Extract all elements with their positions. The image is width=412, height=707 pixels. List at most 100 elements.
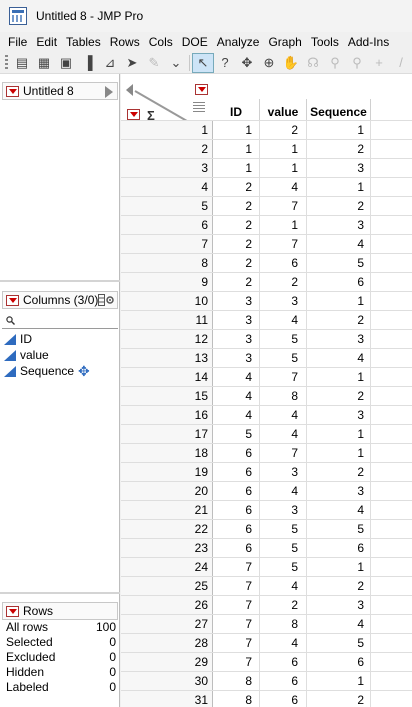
cell-id[interactable]: 4 xyxy=(213,406,260,424)
cell-sequence[interactable]: 4 xyxy=(307,501,371,519)
menu-tools[interactable]: Tools xyxy=(306,35,343,49)
rows-stat-labeled[interactable]: Labeled 0 xyxy=(6,680,116,695)
cell-sequence[interactable]: 3 xyxy=(307,216,371,234)
table-row[interactable]: 22 6 5 5 xyxy=(121,519,412,538)
cell-sequence[interactable]: 2 xyxy=(307,311,371,329)
cell-sequence[interactable]: 1 xyxy=(307,368,371,386)
table-row[interactable]: 25 7 4 2 xyxy=(121,576,412,595)
cell-id[interactable]: 6 xyxy=(213,463,260,481)
cell-id[interactable]: 7 xyxy=(213,596,260,614)
cell-sequence[interactable]: 2 xyxy=(307,197,371,215)
table-row[interactable]: 16 4 4 3 xyxy=(121,405,412,424)
cell-id[interactable]: 3 xyxy=(213,349,260,367)
cell-value[interactable]: 5 xyxy=(260,349,307,367)
row-number[interactable]: 23 xyxy=(121,539,213,557)
cell-value[interactable]: 7 xyxy=(260,368,307,386)
rows-red-triangle-icon[interactable] xyxy=(6,605,19,617)
cell-sequence[interactable]: 2 xyxy=(307,577,371,595)
table-row[interactable]: 19 6 3 2 xyxy=(121,462,412,481)
row-number[interactable]: 19 xyxy=(121,463,213,481)
cell-value[interactable]: 3 xyxy=(260,463,307,481)
cell-value[interactable]: 3 xyxy=(260,501,307,519)
toolbar-grip[interactable] xyxy=(5,54,8,71)
cell-value[interactable]: 2 xyxy=(260,596,307,614)
cell-id[interactable]: 7 xyxy=(213,615,260,633)
cell-value[interactable]: 4 xyxy=(260,634,307,652)
table-row[interactable]: 20 6 4 3 xyxy=(121,481,412,500)
cell-value[interactable]: 7 xyxy=(260,197,307,215)
cell-sequence[interactable]: 1 xyxy=(307,178,371,196)
cell-sequence[interactable]: 1 xyxy=(307,425,371,443)
crosshair-icon[interactable]: ⊕ xyxy=(258,53,280,73)
cell-value[interactable]: 4 xyxy=(260,577,307,595)
open-table-icon[interactable]: ▤ xyxy=(11,53,33,73)
cell-value[interactable]: 7 xyxy=(260,444,307,462)
cell-value[interactable]: 8 xyxy=(260,387,307,405)
row-number[interactable]: 17 xyxy=(121,425,213,443)
cell-value[interactable]: 4 xyxy=(260,311,307,329)
row-number[interactable]: 18 xyxy=(121,444,213,462)
cell-value[interactable]: 1 xyxy=(260,140,307,158)
cell-id[interactable]: 4 xyxy=(213,368,260,386)
row-number[interactable]: 6 xyxy=(121,216,213,234)
cell-sequence[interactable]: 6 xyxy=(307,653,371,671)
cell-value[interactable]: 5 xyxy=(260,330,307,348)
cell-id[interactable]: 2 xyxy=(213,273,260,291)
row-number[interactable]: 2 xyxy=(121,140,213,158)
table-row[interactable]: 15 4 8 2 xyxy=(121,386,412,405)
cell-id[interactable]: 8 xyxy=(213,672,260,690)
panel-divider[interactable] xyxy=(0,280,120,282)
data-grid-icon[interactable]: ▦ xyxy=(33,53,55,73)
arrow-select-icon[interactable]: ↖ xyxy=(192,52,214,73)
column-red-triangle-icon[interactable] xyxy=(195,84,208,95)
row-number[interactable]: 12 xyxy=(121,330,213,348)
expand-right-icon[interactable] xyxy=(105,86,113,98)
cell-value[interactable]: 8 xyxy=(260,615,307,633)
table-row[interactable]: 1121 xyxy=(121,120,412,139)
cell-id[interactable]: 3 xyxy=(213,292,260,310)
row-number[interactable]: 14 xyxy=(121,368,213,386)
cell-sequence[interactable]: 1 xyxy=(307,444,371,462)
cell-id[interactable]: 2 xyxy=(213,197,260,215)
column-header-sequence[interactable]: Sequence xyxy=(307,99,371,122)
cell-value[interactable]: 6 xyxy=(260,653,307,671)
menu-analyze[interactable]: Analyze xyxy=(212,35,264,49)
cell-sequence[interactable]: 4 xyxy=(307,235,371,253)
row-number[interactable]: 16 xyxy=(121,406,213,424)
fit-y-by-x-icon[interactable]: ⊿ xyxy=(99,53,121,73)
row-number[interactable]: 10 xyxy=(121,292,213,310)
cell-sequence[interactable]: 4 xyxy=(307,349,371,367)
cell-sequence[interactable]: 6 xyxy=(307,539,371,557)
menu-doe[interactable]: DOE xyxy=(177,35,212,49)
cell-sequence[interactable]: 2 xyxy=(307,140,371,158)
cell-id[interactable]: 7 xyxy=(213,653,260,671)
collapse-left-icon[interactable] xyxy=(126,84,133,96)
column-header-value[interactable]: value xyxy=(260,99,307,122)
table-row[interactable]: 11 3 4 2 xyxy=(121,310,412,329)
menu-add-ins[interactable]: Add-Ins xyxy=(343,35,393,49)
row-red-triangle-icon[interactable] xyxy=(127,109,140,120)
zoom-icon[interactable]: ⚲ xyxy=(346,53,368,73)
cell-value[interactable]: 1 xyxy=(260,216,307,234)
rows-panel-header[interactable]: Rows xyxy=(2,602,118,620)
cell-id[interactable]: 5 xyxy=(213,425,260,443)
row-number[interactable]: 11 xyxy=(121,311,213,329)
table-row[interactable]: 8265 xyxy=(121,253,412,272)
row-number[interactable]: 21 xyxy=(121,501,213,519)
cell-sequence[interactable]: 1 xyxy=(307,558,371,576)
hand-icon[interactable]: ✋ xyxy=(280,53,302,73)
cell-id[interactable]: 7 xyxy=(213,558,260,576)
cell-value[interactable]: 5 xyxy=(260,539,307,557)
cell-sequence[interactable]: 2 xyxy=(307,691,371,707)
cell-id[interactable]: 6 xyxy=(213,520,260,538)
table-row[interactable]: 27 7 8 4 xyxy=(121,614,412,633)
cell-value[interactable]: 7 xyxy=(260,235,307,253)
cell-id[interactable]: 8 xyxy=(213,691,260,707)
row-number[interactable]: 29 xyxy=(121,653,213,671)
cell-sequence[interactable]: 3 xyxy=(307,330,371,348)
table-row[interactable]: 7274 xyxy=(121,234,412,253)
table-row[interactable]: 26 7 2 3 xyxy=(121,595,412,614)
cell-id[interactable]: 4 xyxy=(213,387,260,405)
row-number[interactable]: 20 xyxy=(121,482,213,500)
cell-value[interactable]: 2 xyxy=(260,121,307,139)
